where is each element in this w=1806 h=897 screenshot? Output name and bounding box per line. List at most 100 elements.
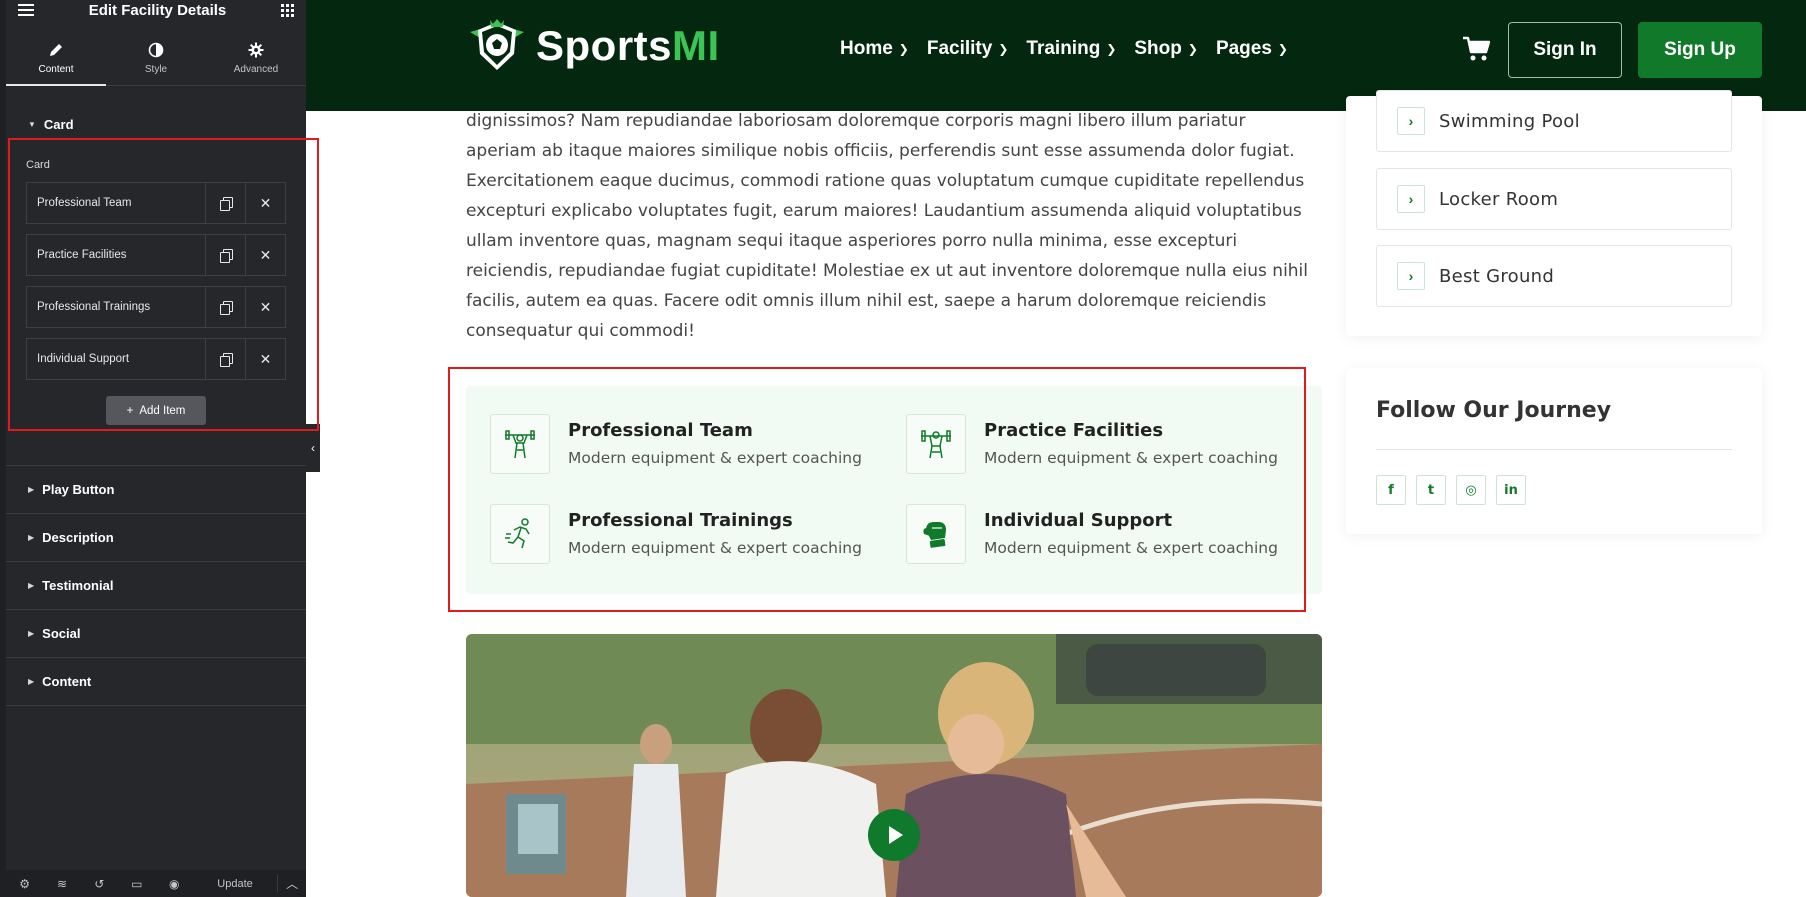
- section-card-toggle[interactable]: ▼ Card: [6, 100, 306, 148]
- caret-right-icon: ▶: [28, 677, 35, 686]
- chevron-down-icon: ❯: [1106, 42, 1117, 56]
- description-paragraph: dignissimos? Nam repudiandae laboriosam …: [466, 111, 1309, 341]
- duplicate-icon: [220, 353, 233, 367]
- repeater-item-label[interactable]: Individual Support: [27, 339, 205, 379]
- repeater-item: Practice Facilities ✕: [26, 234, 286, 276]
- chevron-right-icon: ›: [1397, 185, 1425, 213]
- repeater-item-label[interactable]: Professional Trainings: [27, 287, 205, 327]
- feature-cards: Professional Team Modern equipment & exp…: [466, 386, 1322, 594]
- update-button[interactable]: Update: [193, 878, 277, 890]
- section-label: Play Button: [42, 482, 115, 497]
- play-button[interactable]: [868, 809, 920, 861]
- sign-up-button[interactable]: Sign Up: [1638, 22, 1762, 78]
- nav-label: Facility: [926, 38, 993, 59]
- facility-link[interactable]: › Locker Room: [1376, 168, 1732, 230]
- menu-icon[interactable]: [18, 4, 34, 16]
- layers-icon[interactable]: ≋: [43, 870, 80, 897]
- feature-card: Professional Team Modern equipment & exp…: [490, 414, 862, 474]
- section-description-toggle[interactable]: ▶ Description: [6, 514, 306, 562]
- section-play-button-toggle[interactable]: ▶ Play Button: [6, 466, 306, 514]
- duplicate-button[interactable]: [205, 235, 245, 275]
- remove-button[interactable]: ✕: [245, 235, 285, 275]
- chevron-up-icon[interactable]: ︿: [277, 875, 306, 892]
- nav-home[interactable]: Home ❯: [840, 38, 909, 60]
- responsive-icon[interactable]: ▭: [118, 870, 155, 897]
- chevron-right-icon: ›: [1397, 262, 1425, 290]
- nav-label: Pages: [1215, 38, 1272, 59]
- remove-button[interactable]: ✕: [245, 183, 285, 223]
- settings-icon[interactable]: ⚙: [6, 870, 43, 897]
- chevron-left-icon: ‹: [311, 441, 315, 455]
- feature-title: Professional Team: [568, 420, 753, 441]
- card-field-label: Card: [26, 159, 50, 171]
- section-social-toggle[interactable]: ▶ Social: [6, 610, 306, 658]
- brand-wordmark: SportsMI: [536, 22, 720, 70]
- tab-style[interactable]: Style: [106, 32, 206, 85]
- nav-label: Home: [840, 38, 893, 59]
- widgets-grid-icon[interactable]: [280, 3, 294, 17]
- repeater-item-label[interactable]: Professional Team: [27, 183, 205, 223]
- duplicate-button[interactable]: [205, 287, 245, 327]
- linkedin-icon[interactable]: in: [1496, 475, 1526, 505]
- remove-button[interactable]: ✕: [245, 339, 285, 379]
- close-icon: ✕: [259, 298, 272, 315]
- instagram-icon[interactable]: ◎: [1456, 475, 1486, 505]
- facebook-icon[interactable]: f: [1376, 475, 1406, 505]
- nav-training[interactable]: Training ❯: [1026, 38, 1116, 60]
- add-item-button[interactable]: + Add Item: [106, 396, 206, 425]
- repeater-item: Professional Team ✕: [26, 182, 286, 224]
- section-label: Social: [42, 626, 81, 641]
- history-icon[interactable]: ↺: [81, 870, 118, 897]
- caret-right-icon: ▶: [28, 533, 35, 542]
- nav-pages[interactable]: Pages ❯: [1216, 38, 1288, 60]
- brand-suffix: MI: [672, 22, 720, 69]
- runner-icon: [505, 518, 530, 549]
- chevron-down-icon: ❯: [1277, 42, 1288, 56]
- nav-shop[interactable]: Shop ❯: [1134, 38, 1198, 60]
- editor-tabs: Content Style Advanced: [6, 32, 306, 86]
- section-content-toggle[interactable]: ▶ Content: [6, 658, 306, 706]
- add-item-label: Add Item: [139, 404, 186, 417]
- close-icon: ✕: [259, 246, 272, 263]
- feature-icon-box: [490, 504, 550, 564]
- caret-right-icon: ▶: [28, 629, 35, 638]
- tab-advanced-label: Advanced: [233, 64, 279, 75]
- section-card-label: Card: [43, 116, 74, 132]
- editor-panel: Edit Facility Details Content Style Adva…: [0, 0, 306, 897]
- sign-in-button[interactable]: Sign In: [1508, 22, 1622, 78]
- social-links: f t ◎ in: [1376, 475, 1526, 505]
- tab-style-label: Style: [144, 64, 168, 75]
- twitter-icon[interactable]: t: [1416, 475, 1446, 505]
- section-label: Content: [42, 674, 92, 689]
- duplicate-icon: [220, 301, 233, 315]
- feature-icon-box: [906, 414, 966, 474]
- preview-icon[interactable]: ◉: [156, 870, 193, 897]
- facility-link[interactable]: › Best Ground: [1376, 245, 1732, 307]
- facility-link[interactable]: › Swimming Pool: [1376, 90, 1732, 152]
- tab-advanced[interactable]: Advanced: [206, 32, 306, 85]
- feature-title: Practice Facilities: [984, 420, 1164, 441]
- facility-name: Locker Room: [1439, 188, 1559, 210]
- remove-button[interactable]: ✕: [245, 287, 285, 327]
- duplicate-icon: [220, 249, 233, 263]
- editor-header: Edit Facility Details: [6, 0, 306, 20]
- feature-subtitle: Modern equipment & expert coaching: [568, 449, 862, 467]
- feature-title: Professional Trainings: [568, 510, 793, 531]
- nav-facility[interactable]: Facility ❯: [927, 38, 1009, 60]
- logo[interactable]: SportsMI: [466, 18, 720, 74]
- duplicate-button[interactable]: [205, 183, 245, 223]
- tab-content-label: Content: [38, 64, 74, 75]
- section-testimonial-toggle[interactable]: ▶ Testimonial: [6, 562, 306, 610]
- tab-content[interactable]: Content: [6, 32, 106, 86]
- duplicate-button[interactable]: [205, 339, 245, 379]
- weightlifter-icon: [505, 430, 535, 459]
- repeater-item: Professional Trainings ✕: [26, 286, 286, 328]
- repeater-item-label[interactable]: Practice Facilities: [27, 235, 205, 275]
- gear-icon: [248, 42, 264, 58]
- facility-name: Best Ground: [1439, 265, 1555, 287]
- feature-icon-box: [490, 414, 550, 474]
- cart-icon[interactable]: [1462, 36, 1490, 62]
- panel-collapse-button[interactable]: ‹: [306, 424, 320, 472]
- chevron-down-icon: ❯: [1187, 42, 1198, 56]
- feature-card: Professional Trainings Modern equipment …: [490, 504, 862, 564]
